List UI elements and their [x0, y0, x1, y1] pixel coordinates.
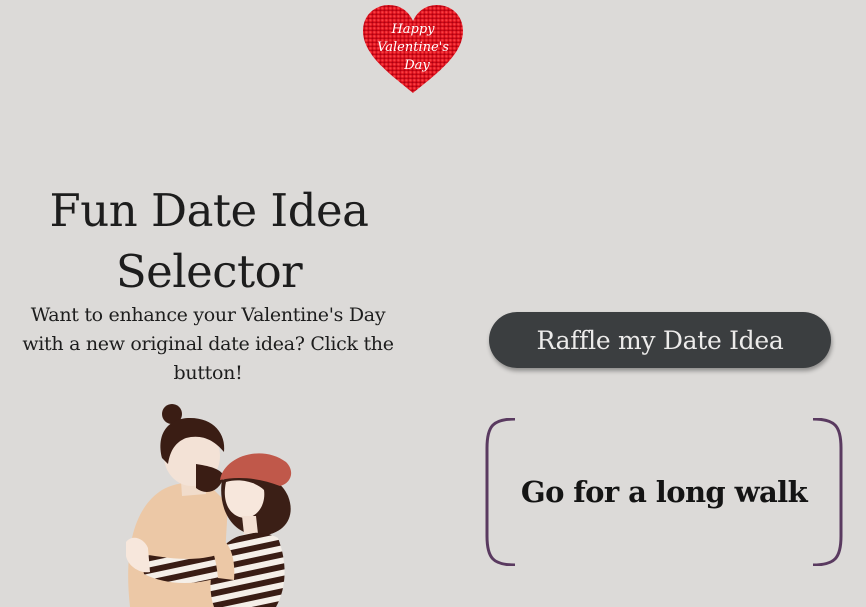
valentines-heart-logo: Happy Valentine's Day [361, 3, 465, 96]
heart-icon: Happy Valentine's Day [363, 5, 463, 93]
date-idea-text: Go for a long walk [520, 475, 808, 509]
logo-line-1: Happy [390, 22, 435, 37]
page: Happy Valentine's Day Fun Date Idea Sele… [0, 0, 866, 607]
page-title: Fun Date Idea Selector [49, 184, 369, 298]
page-description: Want to enhance your Valentine's Day wit… [22, 304, 394, 384]
date-idea-result-box: Go for a long walk [485, 418, 843, 566]
couple-illustration [110, 404, 310, 607]
logo-line-2: Valentine's [377, 40, 449, 55]
logo-line-3: Day [403, 58, 430, 73]
raffle-date-idea-button[interactable]: Raffle my Date Idea [489, 312, 831, 368]
